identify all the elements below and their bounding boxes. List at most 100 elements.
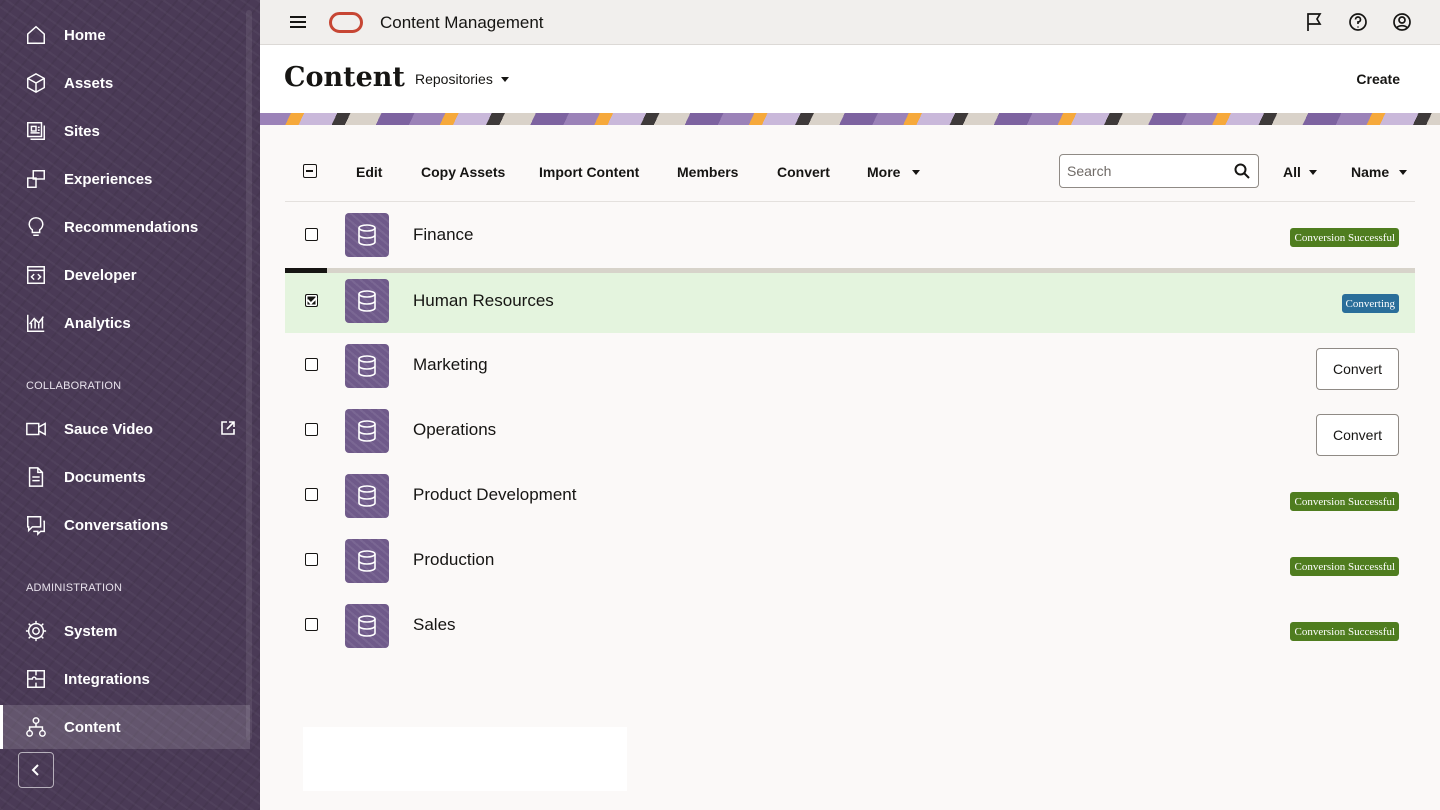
sidebar-item-label: Assets <box>64 74 114 92</box>
repository-icon <box>345 409 389 453</box>
sidebar-item-home[interactable]: Home <box>0 13 250 57</box>
search-input[interactable] <box>1067 163 1227 179</box>
repository-row[interactable]: Production Conversion Successful <box>285 530 1415 590</box>
repository-row[interactable]: Operations Convert <box>285 400 1415 460</box>
status-badge: Converting <box>1341 294 1399 313</box>
sites-icon <box>24 119 48 143</box>
sidebar-item-experiences[interactable]: Experiences <box>0 157 250 201</box>
repository-icon <box>345 474 389 518</box>
sidebar: Home Assets Sites Experiences Recommenda… <box>0 0 260 810</box>
sidebar-item-documents[interactable]: Documents <box>0 455 250 499</box>
caret-down-icon <box>1399 169 1408 175</box>
sidebar-item-label: System <box>64 622 118 640</box>
oracle-logo <box>329 12 363 33</box>
row-checkbox[interactable] <box>305 488 318 501</box>
convert-row-button[interactable]: Convert <box>1316 414 1399 456</box>
lightbulb-icon <box>24 215 48 239</box>
repository-name[interactable]: Finance <box>413 225 473 245</box>
repository-icon <box>345 539 389 583</box>
experiences-icon <box>24 167 48 191</box>
sidebar-item-sites[interactable]: Sites <box>0 109 250 153</box>
sidebar-item-developer[interactable]: Developer <box>0 253 250 297</box>
user-profile-icon[interactable] <box>1392 12 1412 32</box>
search-icon[interactable] <box>1234 163 1250 179</box>
repository-name[interactable]: Human Resources <box>413 291 554 311</box>
sidebar-item-label: Conversations <box>64 516 169 534</box>
sidebar-item-label: Recommendations <box>64 218 199 236</box>
repository-name[interactable]: Sales <box>413 615 456 635</box>
row-checkbox[interactable] <box>305 228 318 241</box>
convert-row-button[interactable]: Convert <box>1316 348 1399 390</box>
decorative-banner <box>260 113 1440 125</box>
sort-menu[interactable]: Name <box>1351 164 1408 180</box>
import-content-button[interactable]: Import Content <box>539 164 639 180</box>
sidebar-item-integrations[interactable]: Integrations <box>0 657 250 701</box>
row-checkbox[interactable] <box>305 423 318 436</box>
select-all-checkbox[interactable] <box>303 164 317 178</box>
sidebar-item-label: Analytics <box>64 314 131 332</box>
repository-row[interactable]: Finance Conversion Successful <box>285 205 1415 265</box>
filter-label: All <box>1283 164 1301 180</box>
filter-menu[interactable]: All <box>1283 164 1317 180</box>
sidebar-item-label: Sites <box>64 122 100 140</box>
create-button[interactable]: Create <box>1356 71 1400 87</box>
repository-icon <box>345 279 389 323</box>
empty-panel <box>303 727 627 791</box>
status-badge: Conversion Successful <box>1290 622 1399 641</box>
code-icon <box>24 263 48 287</box>
sidebar-item-label: Documents <box>64 468 146 486</box>
collaboration-header: COLLABORATION <box>26 380 122 392</box>
row-checkbox-checked[interactable] <box>305 294 318 307</box>
status-badge: Conversion Successful <box>1290 492 1399 511</box>
more-label: More <box>867 164 901 180</box>
row-checkbox[interactable] <box>305 618 318 631</box>
repository-name[interactable]: Product Development <box>413 485 576 505</box>
caret-down-icon <box>912 169 921 175</box>
app-title: Content Management <box>380 13 544 32</box>
sidebar-item-label: Developer <box>64 266 137 284</box>
row-checkbox[interactable] <box>305 553 318 566</box>
repositories-label: Repositories <box>415 71 493 87</box>
administration-header: ADMINISTRATION <box>26 582 123 594</box>
more-menu[interactable]: More <box>867 164 921 180</box>
repository-name[interactable]: Marketing <box>413 355 488 375</box>
sidebar-item-label: Experiences <box>64 170 153 188</box>
sidebar-item-sauce-video[interactable]: Sauce Video <box>0 407 250 451</box>
menu-icon[interactable] <box>288 12 308 32</box>
hierarchy-icon <box>24 715 48 739</box>
repository-icon <box>345 213 389 257</box>
convert-button[interactable]: Convert <box>777 164 830 180</box>
integrations-icon <box>24 667 48 691</box>
sidebar-item-label: Content <box>64 718 121 736</box>
status-badge: Conversion Successful <box>1290 228 1399 247</box>
gear-icon <box>24 619 48 643</box>
search-box <box>1059 154 1259 188</box>
copy-assets-button[interactable]: Copy Assets <box>421 164 505 180</box>
repository-name[interactable]: Production <box>413 550 494 570</box>
repository-row[interactable]: Sales Conversion Successful <box>285 595 1415 655</box>
sidebar-item-conversations[interactable]: Conversations <box>0 503 250 547</box>
repository-row[interactable]: Marketing Convert <box>285 335 1415 395</box>
repository-row[interactable]: Product Development Conversion Successfu… <box>285 465 1415 525</box>
caret-down-icon <box>1308 169 1317 175</box>
sidebar-item-label: Integrations <box>64 670 150 688</box>
collapse-sidebar-button[interactable] <box>18 752 54 788</box>
content-panel: Edit Copy Assets Import Content Members … <box>260 125 1440 810</box>
sidebar-item-system[interactable]: System <box>0 609 250 653</box>
repository-name[interactable]: Operations <box>413 420 496 440</box>
members-button[interactable]: Members <box>677 164 738 180</box>
sidebar-item-analytics[interactable]: Analytics <box>0 301 250 345</box>
conversations-icon <box>24 513 48 537</box>
home-icon <box>24 23 48 47</box>
help-icon[interactable] <box>1348 12 1368 32</box>
page-header: Content Repositories Create <box>260 45 1440 113</box>
sidebar-item-assets[interactable]: Assets <box>0 61 250 105</box>
sidebar-item-content[interactable]: Content <box>0 705 250 749</box>
flag-icon[interactable] <box>1304 12 1324 32</box>
row-checkbox[interactable] <box>305 358 318 371</box>
page-title: Content <box>284 62 405 93</box>
repository-row-selected[interactable]: Human Resources Converting <box>285 273 1415 333</box>
edit-button[interactable]: Edit <box>356 164 382 180</box>
repositories-menu[interactable]: Repositories <box>415 71 509 87</box>
sidebar-item-recommendations[interactable]: Recommendations <box>0 205 250 249</box>
